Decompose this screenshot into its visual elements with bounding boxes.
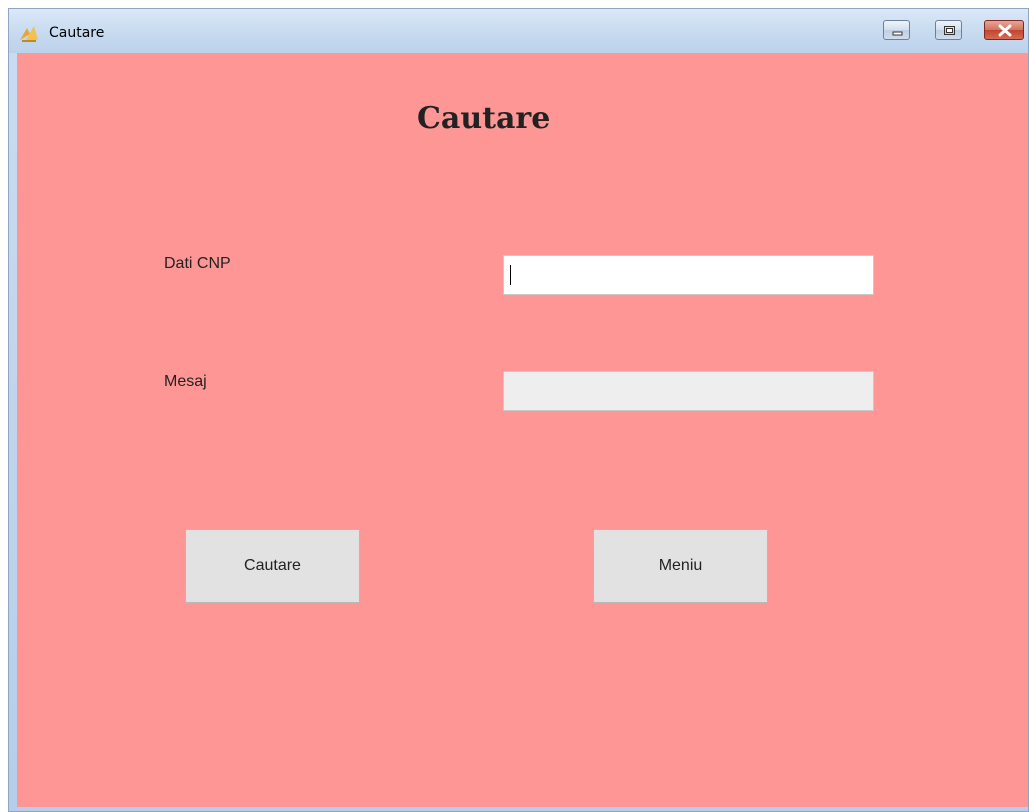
maximize-icon xyxy=(944,26,955,35)
message-label: Mesaj xyxy=(164,373,207,390)
maximize-button[interactable] xyxy=(935,20,962,40)
search-button[interactable]: Cautare xyxy=(185,529,360,603)
text-caret xyxy=(510,265,511,285)
app-window: Cautare Cautare Dati CNP Mesaj Cautare M… xyxy=(8,8,1029,812)
window-title: Cautare xyxy=(49,25,105,41)
close-icon xyxy=(998,24,1012,37)
app-icon xyxy=(20,26,38,42)
message-field[interactable] xyxy=(503,371,874,411)
cnp-input[interactable] xyxy=(503,255,874,295)
form-panel: Cautare Dati CNP Mesaj Cautare Meniu xyxy=(17,53,1028,807)
minimize-icon xyxy=(892,31,903,36)
menu-button[interactable]: Meniu xyxy=(593,529,768,603)
cnp-label: Dati CNP xyxy=(164,255,231,272)
title-bar[interactable]: Cautare xyxy=(9,9,1028,53)
close-button[interactable] xyxy=(984,20,1024,40)
page-title: Cautare xyxy=(417,101,551,136)
minimize-button[interactable] xyxy=(883,20,910,40)
